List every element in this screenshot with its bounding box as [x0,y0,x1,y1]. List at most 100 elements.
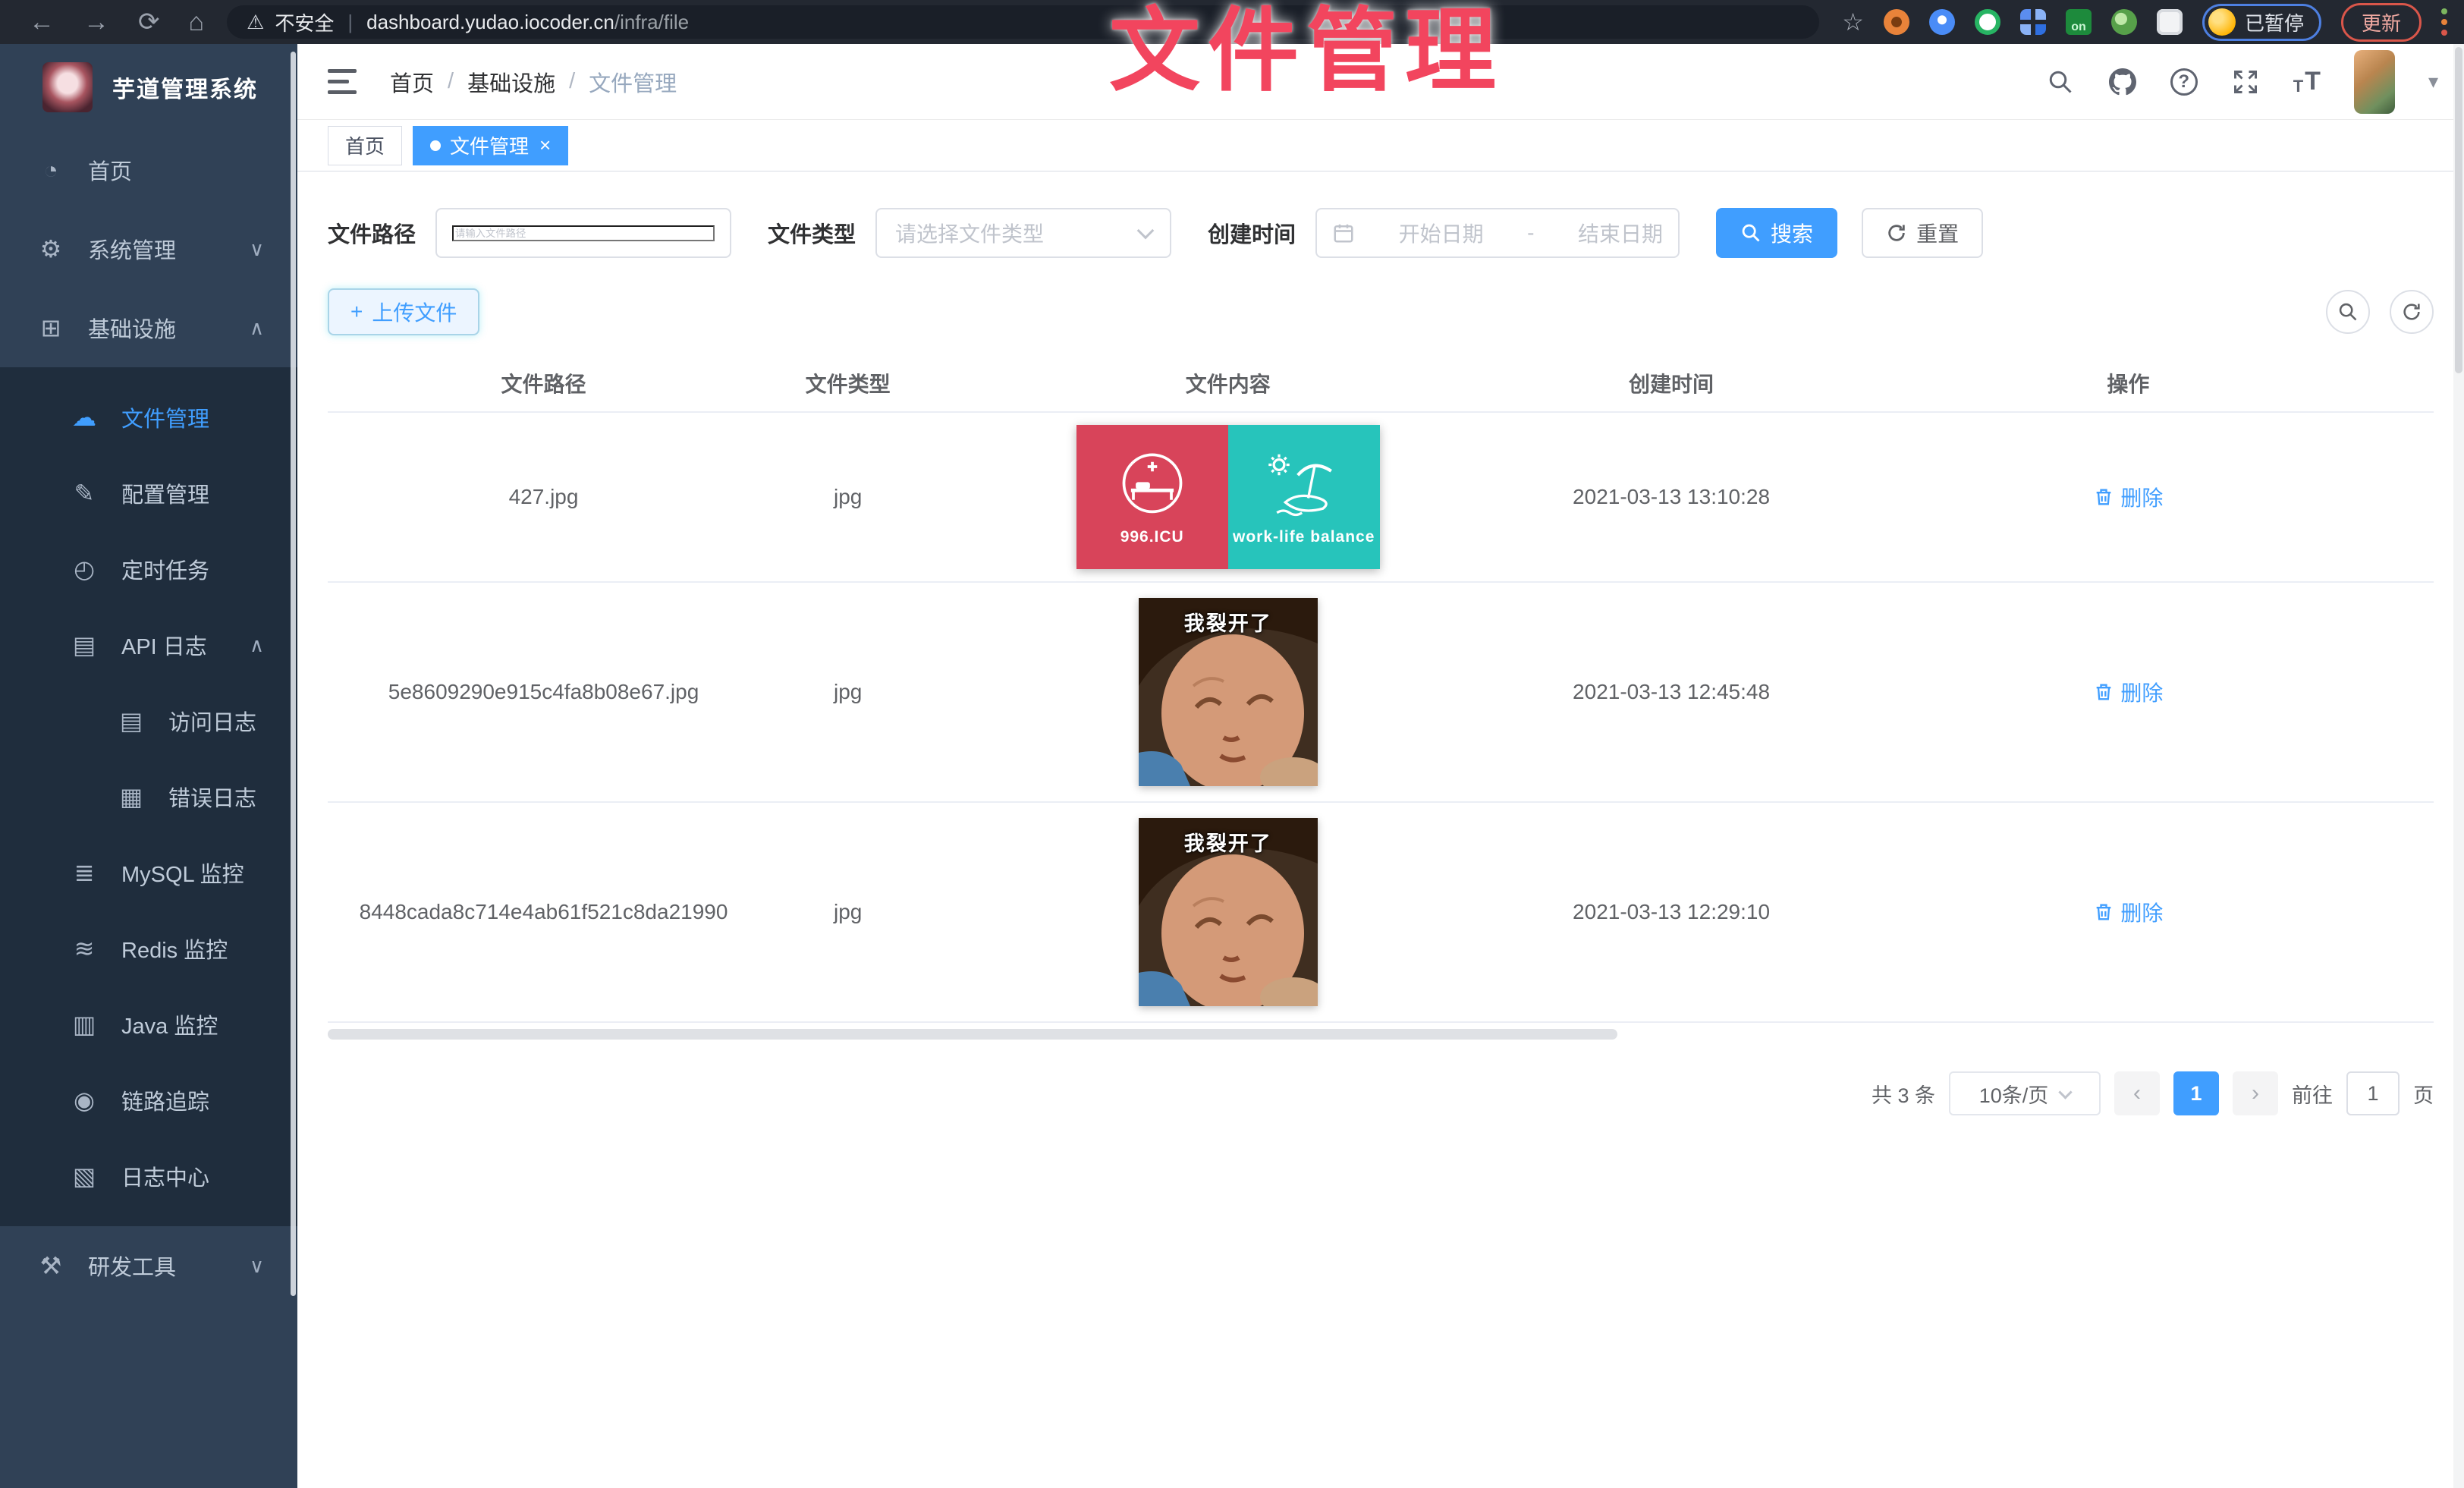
search-icon [2337,301,2359,322]
tab-home[interactable]: 首页 [328,126,402,165]
bookmark-star-icon[interactable]: ☆ [1842,8,1864,36]
breadcrumb-separator: / [448,69,454,94]
sidebar-item-label: 错误日志 [168,781,256,813]
goto-page-input[interactable] [2346,1071,2400,1115]
sidebar-item-home[interactable]: ◔ 首页 [0,131,297,209]
log-icon: ▤ [67,631,102,659]
sidebar-item-mysql-monitor[interactable]: ≣ MySQL 监控 [0,835,297,911]
col-file-content: 文件内容 [936,368,1520,398]
security-warning-icon[interactable]: ⚠ [247,11,264,34]
active-dot-icon [430,140,441,151]
sidebar-item-config[interactable]: ✎ 配置管理 [0,455,297,531]
chevron-up-icon: ∧ [250,316,264,340]
page-scrollbar[interactable] [2453,44,2464,1488]
dashboard-icon: ◔ [33,156,68,184]
search-icon[interactable] [2046,68,2075,96]
breadcrumb-infra[interactable]: 基础设施 [467,66,555,98]
file-type-select[interactable]: 请选择文件类型 [875,208,1171,258]
github-icon[interactable] [2108,68,2137,96]
sidebar-item-api-log[interactable]: ▤ API 日志 ∧ [0,607,297,683]
chevron-down-icon: ∨ [250,238,264,261]
sidebar-item-system[interactable]: ⚙ 系统管理 ∨ [0,209,297,288]
font-size-icon[interactable]: TT [2293,67,2321,96]
sidebar-scrollbar[interactable] [291,52,296,1296]
update-button[interactable]: 更新 [2341,3,2422,42]
cloud-upload-icon: ☁ [67,403,102,432]
browser-reload-icon[interactable]: ⟳ [138,0,160,44]
user-avatar[interactable] [2354,50,2395,114]
sidebar-item-java-monitor[interactable]: ▥ Java 监控 [0,986,297,1062]
sidebar-item-label: 研发工具 [88,1250,176,1282]
trash-icon [2093,486,2114,508]
sidebar-item-access-log[interactable]: ▤ 访问日志 [0,683,297,759]
app-logo-row[interactable]: 芋道管理系统 [0,44,297,131]
edit-icon: ✎ [67,479,102,508]
page-size-select[interactable]: 10条/页 [1949,1071,2101,1115]
create-time-label: 创建时间 [1208,217,1296,249]
address-bar[interactable]: ⚠ 不安全 | dashboard.yudao.iocoder.cn/infra… [227,5,1819,39]
upload-file-button[interactable]: + 上传文件 [328,288,479,335]
extension-pin-icon[interactable] [1929,9,1955,35]
sidebar-item-log-center[interactable]: ▧ 日志中心 [0,1138,297,1214]
browser-home-icon[interactable]: ⌂ [189,0,205,44]
reset-button[interactable]: 重置 [1862,208,1983,258]
fullscreen-icon[interactable] [2231,68,2260,96]
file-path-input[interactable] [452,225,715,241]
date-range-picker[interactable]: 开始日期 - 结束日期 [1315,208,1680,258]
refresh-table-button[interactable] [2390,290,2434,334]
close-icon[interactable]: × [539,134,551,157]
breadcrumb: 首页 / 基础设施 / 文件管理 [390,66,677,98]
search-button[interactable]: 搜索 [1716,208,1837,258]
file-preview-crying-baby[interactable]: 我裂开了 [1139,598,1318,786]
delete-button[interactable]: 删除 [2093,897,2163,927]
extension-green-icon[interactable] [1975,9,2000,35]
cell-file-content: 我裂开了 [936,598,1520,786]
url-divider: | [347,11,353,34]
sidebar-item-file-management[interactable]: ☁ 文件管理 [0,379,297,455]
table-header-row: 文件路径 文件类型 文件内容 创建时间 操作 [328,355,2434,413]
extension-grid-icon[interactable] [2020,9,2046,35]
sidebar-item-error-log[interactable]: ▦ 错误日志 [0,759,297,835]
sidebar-collapse-icon[interactable] [328,69,357,94]
sidebar-item-infra[interactable]: ⊞ 基础设施 ∧ [0,288,297,367]
caret-down-icon[interactable]: ▾ [2428,70,2438,93]
extension-leaf-icon[interactable] [2111,9,2137,35]
sidebar-item-redis-monitor[interactable]: ≋ Redis 监控 [0,911,297,986]
delete-button[interactable]: 删除 [2093,482,2163,512]
calendar-icon [1332,222,1355,244]
cell-created: 2021-03-13 12:29:10 [1520,900,1823,924]
extensions-puzzle-icon[interactable] [2157,9,2183,35]
sidebar-item-label: 系统管理 [88,233,176,265]
file-path-field[interactable] [435,208,731,258]
extension-gear-icon[interactable] [1884,9,1909,35]
file-preview-crying-baby[interactable]: 我裂开了 [1139,818,1318,1006]
pagination: 共 3 条 10条/页 ‹ 1 › 前往 页 [328,1071,2434,1115]
toggle-search-button[interactable] [2326,290,2370,334]
sidebar-item-tracing[interactable]: ◉ 链路追踪 [0,1062,297,1138]
browser-menu-dots-icon[interactable] [2441,8,2447,36]
table-horizontal-scrollbar[interactable] [328,1029,1617,1040]
col-file-type: 文件类型 [759,368,936,398]
browser-forward-icon[interactable]: → [83,0,109,44]
cell-file-content: 996.ICU work-life balance [936,425,1520,569]
file-preview-996icu[interactable]: 996.ICU work-life balance [1076,425,1380,569]
sidebar-item-label: 首页 [88,154,132,186]
sidebar-item-label: Java 监控 [121,1008,218,1040]
prev-page-button[interactable]: ‹ [2114,1071,2160,1115]
breadcrumb-home[interactable]: 首页 [390,66,434,98]
gear-icon: ⚙ [33,234,68,263]
page-number-button[interactable]: 1 [2173,1071,2219,1115]
app-logo [42,62,93,112]
profile-paused-badge[interactable]: 已暂停 [2202,4,2321,41]
tab-file-management[interactable]: 文件管理 × [413,126,568,165]
next-page-button[interactable]: › [2233,1071,2278,1115]
date-separator: - [1527,221,1534,245]
extension-on-icon[interactable]: on [2066,9,2092,35]
layers-icon: ≋ [67,934,102,963]
browser-back-icon[interactable]: ← [29,0,55,44]
page-scrollbar-thumb[interactable] [2455,47,2462,373]
sidebar-item-dev-tools[interactable]: ⚒ 研发工具 ∨ [0,1226,297,1305]
help-icon[interactable]: ? [2170,68,2198,96]
sidebar-item-scheduled-jobs[interactable]: ◴ 定时任务 [0,531,297,607]
delete-button[interactable]: 删除 [2093,677,2163,707]
